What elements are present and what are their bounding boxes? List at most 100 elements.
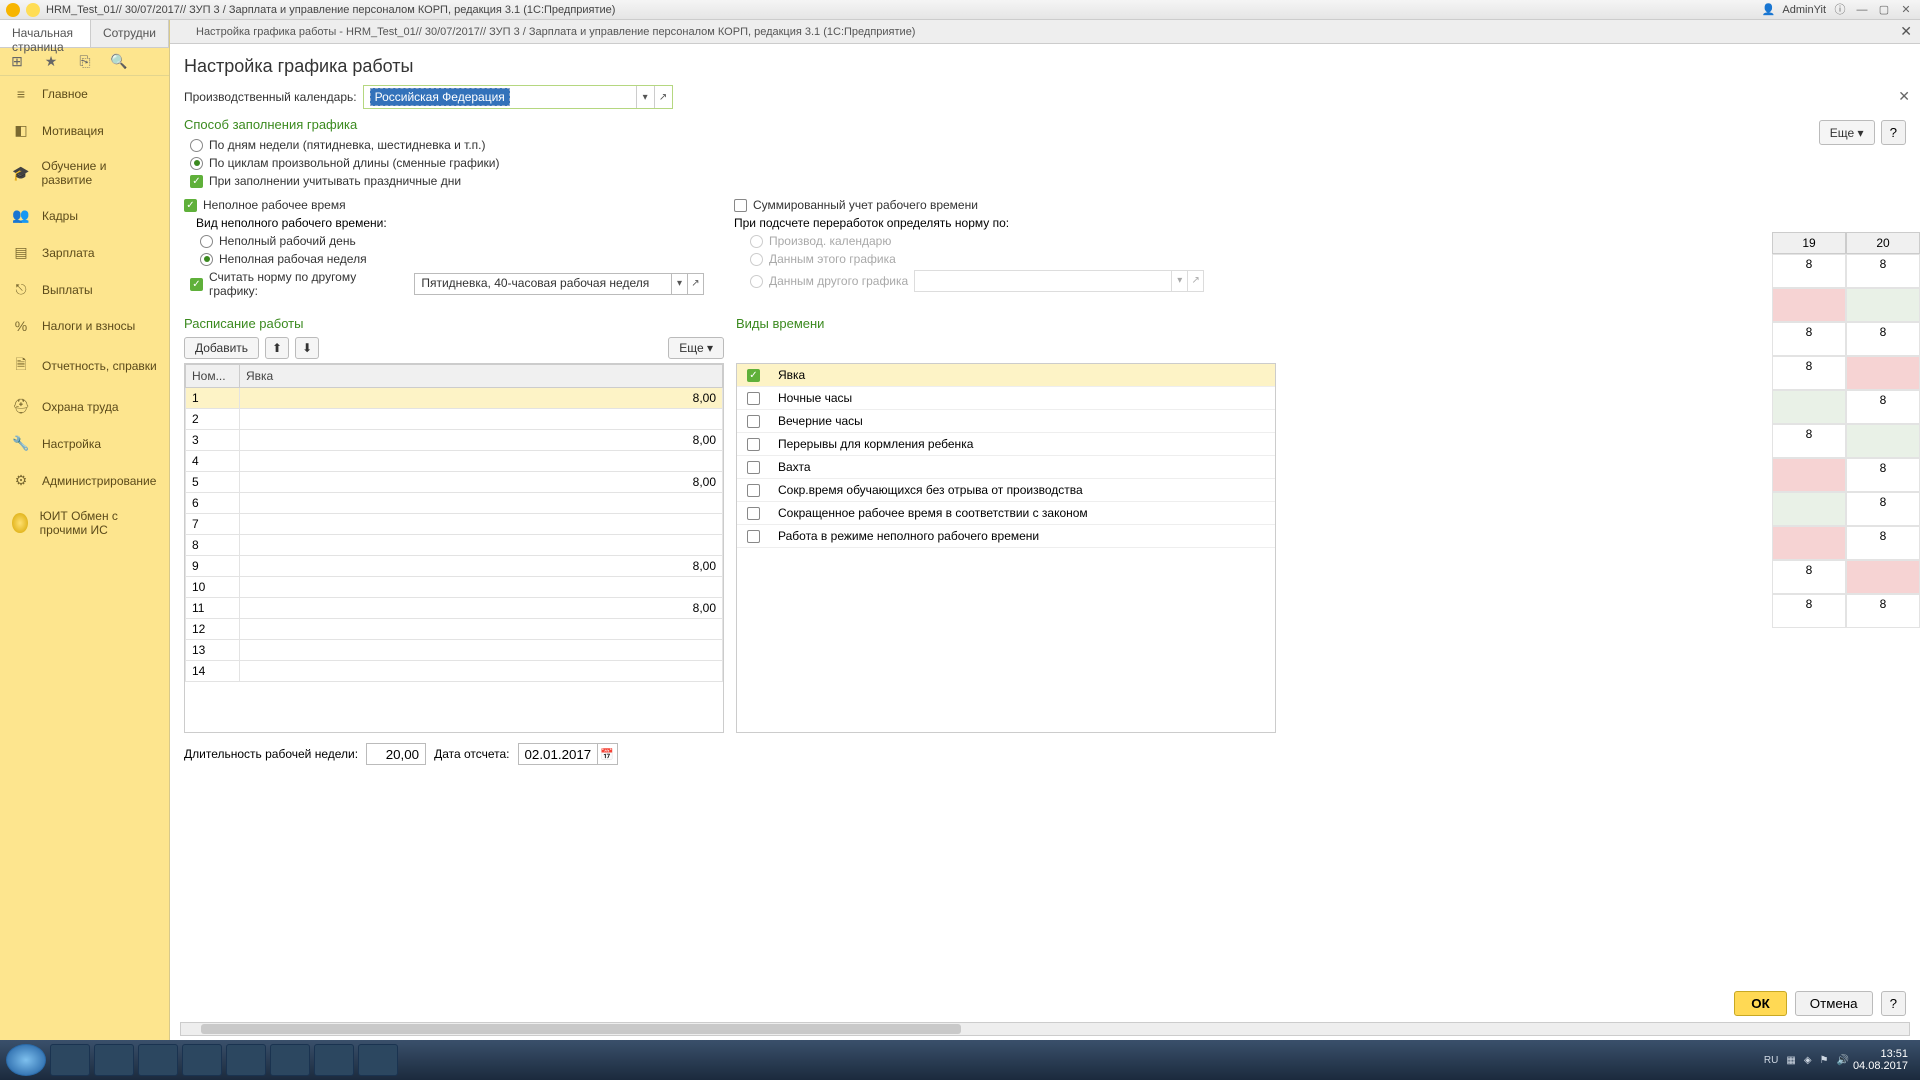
info-icon[interactable]: ⓘ (1832, 2, 1848, 18)
nav-nalogi[interactable]: %Налоги и взносы (0, 308, 169, 344)
nav-kadry[interactable]: 👥Кадры (0, 197, 169, 234)
type-row[interactable]: Ночные часы (737, 387, 1275, 410)
table-row[interactable]: 18,00 (186, 388, 723, 409)
start-button[interactable] (6, 1044, 46, 1076)
table-row[interactable]: 12 (186, 619, 723, 640)
horizontal-scrollbar[interactable] (180, 1022, 1910, 1036)
table-row[interactable]: 8 (186, 535, 723, 556)
table-row[interactable]: 14 (186, 661, 723, 682)
taskbar-outlook-icon[interactable] (270, 1044, 310, 1076)
add-button[interactable]: Добавить (184, 337, 259, 359)
nav-zarplata[interactable]: ▤Зарплата (0, 234, 169, 271)
open-picker-icon[interactable]: ↗ (687, 274, 703, 294)
help-button-top[interactable]: ? (1881, 120, 1906, 145)
date-input[interactable] (518, 743, 598, 765)
dialog-close-icon[interactable]: ✕ (1900, 23, 1912, 40)
table-row[interactable]: 7 (186, 514, 723, 535)
tray-sound-icon[interactable]: 🔊 (1836, 1055, 1848, 1066)
type-row[interactable]: Перерывы для кормления ребенка (737, 433, 1275, 456)
taskbar-word-icon[interactable] (314, 1044, 354, 1076)
calendar-icon[interactable]: 📅 (598, 743, 618, 765)
radio-partweek-row[interactable]: Неполная рабочая неделя (200, 252, 704, 266)
search-icon[interactable]: 🔍 (110, 53, 128, 71)
chk-parttime-row[interactable]: Неполное рабочее время (184, 198, 704, 212)
taskbar-skype-icon[interactable] (138, 1044, 178, 1076)
chk-holidays-row[interactable]: При заполнении учитывать праздничные дни (190, 174, 1906, 188)
apps-icon[interactable]: ⊞ (8, 53, 26, 71)
nav-settings[interactable]: 🔧Настройка (0, 425, 169, 462)
type-row[interactable]: Работа в режиме неполного рабочего време… (737, 525, 1275, 548)
checkbox-icon[interactable] (747, 438, 760, 451)
taskbar-1c-icon[interactable] (358, 1044, 398, 1076)
type-row[interactable]: Вечерние часы (737, 410, 1275, 433)
checkbox-icon[interactable] (747, 369, 760, 382)
chk-summ-row[interactable]: Суммированный учет рабочего времени (734, 198, 1906, 212)
taskbar-excel-icon[interactable] (182, 1044, 222, 1076)
cancel-button[interactable]: Отмена (1795, 991, 1873, 1016)
taskbar-ie-icon[interactable] (50, 1044, 90, 1076)
clip-icon[interactable]: ⎘ (76, 53, 94, 71)
page-close-icon[interactable]: ✕ (1898, 88, 1910, 105)
tray-icon[interactable]: ◈ (1804, 1055, 1812, 1066)
nav-vyplaty[interactable]: ⎋Выплаты (0, 271, 169, 308)
table-row[interactable]: 10 (186, 577, 723, 598)
type-row[interactable]: Вахта (737, 456, 1275, 479)
more-button[interactable]: Еще ▾ (1819, 120, 1875, 145)
type-row[interactable]: Сокр.время обучающихся без отрыва от про… (737, 479, 1275, 502)
chevron-down-icon[interactable]: ▾ (636, 86, 654, 108)
checkbox-icon[interactable] (747, 484, 760, 497)
type-row[interactable]: Явка (737, 364, 1275, 387)
nav-otchet[interactable]: 🗎Отчетность, справки (0, 344, 169, 388)
tab-home[interactable]: Начальная страница (0, 20, 91, 47)
table-row[interactable]: 2 (186, 409, 723, 430)
table-row[interactable]: 4 (186, 451, 723, 472)
open-picker-icon[interactable]: ↗ (654, 86, 672, 108)
ok-button[interactable]: ОК (1734, 991, 1787, 1016)
table-row[interactable]: 38,00 (186, 430, 723, 451)
radio-cycles-row[interactable]: По циклам произвольной длины (сменные гр… (190, 156, 1906, 170)
system-tray[interactable]: RU ▦ ◈ ⚑ 🔊 (1764, 1055, 1849, 1066)
user-icon[interactable]: 👤 (1760, 2, 1776, 18)
chk-othernorm-row[interactable]: Считать норму по другому графику: Пятидн… (190, 270, 704, 298)
nav-admin[interactable]: ⚙Администрирование (0, 462, 169, 499)
table-row[interactable]: 6 (186, 493, 723, 514)
maximize-icon[interactable]: ▢ (1876, 2, 1892, 18)
radio-days-row[interactable]: По дням недели (пятидневка, шестидневка … (190, 138, 1906, 152)
close-icon[interactable]: ✕ (1898, 2, 1914, 18)
nav-motivation[interactable]: ◧Мотивация (0, 112, 169, 149)
table-row[interactable]: 13 (186, 640, 723, 661)
checkbox-icon[interactable] (747, 530, 760, 543)
help-button[interactable]: ? (1881, 991, 1906, 1016)
table-row[interactable]: 118,00 (186, 598, 723, 619)
table-row[interactable]: 98,00 (186, 556, 723, 577)
schedule-table[interactable]: Ном... Явка 18,00238,00458,0067898,00101… (185, 364, 723, 682)
nav-main[interactable]: ≡Главное (0, 76, 169, 112)
nav-ohrana[interactable]: ⛑Охрана труда (0, 388, 169, 425)
star-icon[interactable]: ★ (42, 53, 60, 71)
type-row[interactable]: Сокращенное рабочее время в соответствии… (737, 502, 1275, 525)
minimize-icon[interactable]: — (1854, 2, 1870, 18)
checkbox-icon[interactable] (747, 507, 760, 520)
radio-partday-row[interactable]: Неполный рабочий день (200, 234, 704, 248)
checkbox-icon[interactable] (747, 392, 760, 405)
scrollbar-thumb[interactable] (201, 1024, 961, 1034)
checkbox-icon[interactable] (747, 415, 760, 428)
tray-icon[interactable]: ⚑ (1820, 1055, 1829, 1066)
tray-icon[interactable]: ▦ (1786, 1055, 1795, 1066)
tray-lang[interactable]: RU (1764, 1055, 1778, 1066)
tab-employees[interactable]: Сотрудни (91, 20, 169, 47)
table-row[interactable]: 58,00 (186, 472, 723, 493)
chevron-down-icon[interactable]: ▾ (671, 274, 687, 294)
nav-education[interactable]: 🎓Обучение и развитие (0, 149, 169, 197)
checkbox-icon[interactable] (747, 461, 760, 474)
move-down-button[interactable]: ⬇ (295, 337, 319, 359)
schedule-more-button[interactable]: Еще ▾ (668, 337, 724, 359)
taskbar-paint-icon[interactable] (226, 1044, 266, 1076)
norm-combo[interactable]: Пятидневка, 40-часовая рабочая неделя ▾ … (414, 273, 704, 295)
move-up-button[interactable]: ⬆ (265, 337, 289, 359)
calendar-combo[interactable]: Российская Федерация ▾ ↗ (363, 85, 673, 109)
taskbar-explorer-icon[interactable] (94, 1044, 134, 1076)
taskbar-clock[interactable]: 13:51 04.08.2017 (1853, 1048, 1914, 1072)
nav-yuit[interactable]: ЮИТ Обмен с прочими ИС (0, 499, 169, 547)
duration-input[interactable] (366, 743, 426, 765)
